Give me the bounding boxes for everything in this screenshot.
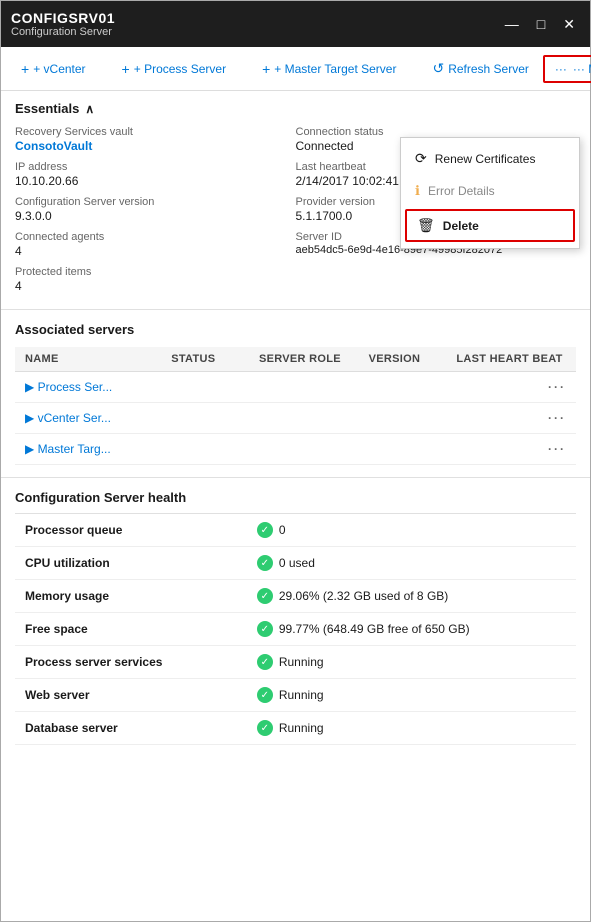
process-server-services-label: Process server services	[25, 655, 257, 669]
vcenter-server-row-name[interactable]: ▶ vCenter Ser...	[25, 411, 171, 425]
maximize-button[interactable]: □	[532, 15, 550, 33]
table-row[interactable]: ▶ Master Targ... ···	[15, 434, 576, 465]
process-server-ellipsis[interactable]: ···	[456, 380, 566, 394]
essentials-item-ip: IP address 10.10.20.66	[15, 161, 296, 188]
health-row-processor: Processor queue ✓ 0	[15, 514, 576, 547]
plus-icon-3: +	[262, 61, 270, 77]
essentials-item-agents: Connected agents 4	[15, 231, 296, 258]
processor-queue-label: Processor queue	[25, 523, 257, 537]
renew-certificates-item[interactable]: ⟳ Renew Certificates	[401, 142, 579, 175]
cpu-utilization-label: CPU utilization	[25, 556, 257, 570]
table-header: NAME STATUS SERVER ROLE VERSION LAST HEA…	[15, 347, 576, 372]
process-server-services-value: ✓ Running	[257, 654, 566, 670]
chevron-up-icon[interactable]: ∧	[85, 102, 94, 116]
info-icon: ℹ	[415, 183, 420, 199]
minimize-button[interactable]: —	[500, 15, 524, 33]
window-subtitle: Configuration Server	[11, 26, 115, 38]
process-server-row-name[interactable]: ▶ Process Ser...	[25, 380, 171, 394]
health-row-freespace: Free space ✓ 99.77% (648.49 GB free of 6…	[15, 613, 576, 646]
web-server-value: ✓ Running	[257, 687, 566, 703]
essentials-item-version: Configuration Server version 9.3.0.0	[15, 196, 296, 223]
status-ok-icon-5: ✓	[257, 687, 273, 703]
more-button[interactable]: ··· ··· More	[543, 55, 591, 83]
health-row-memory: Memory usage ✓ 29.06% (2.32 GB used of 8…	[15, 580, 576, 613]
table-row[interactable]: ▶ vCenter Ser... ···	[15, 403, 576, 434]
database-server-label: Database server	[25, 721, 257, 735]
free-space-label: Free space	[25, 622, 257, 636]
dropdown-menu: ⟳ Renew Certificates ℹ Error Details 🗑 D…	[400, 137, 580, 249]
refresh-server-button[interactable]: ↺ Refresh Server	[422, 54, 538, 83]
memory-usage-value: ✓ 29.06% (2.32 GB used of 8 GB)	[257, 588, 566, 604]
cpu-utilization-value: ✓ 0 used	[257, 555, 566, 571]
window-controls: — □ ✕	[500, 15, 580, 33]
col-heartbeat: LAST HEART BEAT	[456, 353, 566, 365]
associated-servers-title: Associated servers	[15, 322, 576, 337]
close-button[interactable]: ✕	[558, 15, 580, 33]
delete-item[interactable]: 🗑 Delete	[405, 209, 575, 242]
ellipsis-icon: ···	[555, 62, 567, 76]
database-server-value: ✓ Running	[257, 720, 566, 736]
status-ok-icon-6: ✓	[257, 720, 273, 736]
col-name: NAME	[25, 353, 171, 365]
web-server-label: Web server	[25, 688, 257, 702]
title-bar-left: CONFIGSRV01 Configuration Server	[11, 10, 115, 38]
status-ok-icon-1: ✓	[257, 555, 273, 571]
delete-icon: 🗑	[417, 217, 435, 234]
essentials-header: Essentials ∧	[15, 101, 576, 116]
plus-icon-2: +	[122, 61, 130, 77]
vcenter-server-ellipsis[interactable]: ···	[456, 411, 566, 425]
status-ok-icon-4: ✓	[257, 654, 273, 670]
health-row-database: Database server ✓ Running	[15, 712, 576, 745]
col-status: STATUS	[171, 353, 259, 365]
vcenter-button[interactable]: + + vCenter	[11, 55, 96, 83]
col-version: VERSION	[369, 353, 457, 365]
master-target-row-name[interactable]: ▶ Master Targ...	[25, 442, 171, 456]
status-ok-icon-3: ✓	[257, 621, 273, 637]
status-ok-icon-0: ✓	[257, 522, 273, 538]
master-target-button[interactable]: + + Master Target Server	[252, 55, 406, 83]
essentials-col-1: Recovery Services vault ConsotoVault IP …	[15, 126, 296, 301]
free-space-value: ✓ 99.77% (648.49 GB free of 650 GB)	[257, 621, 566, 637]
renew-icon: ⟳	[415, 150, 427, 167]
health-row-cpu: CPU utilization ✓ 0 used	[15, 547, 576, 580]
health-section: Configuration Server health Processor qu…	[1, 478, 590, 745]
health-row-process-services: Process server services ✓ Running	[15, 646, 576, 679]
essentials-item-protected: Protected items 4	[15, 266, 296, 293]
health-row-web-server: Web server ✓ Running	[15, 679, 576, 712]
title-bar: CONFIGSRV01 Configuration Server — □ ✕	[1, 1, 590, 47]
master-target-ellipsis[interactable]: ···	[456, 442, 566, 456]
toolbar: + + vCenter + + Process Server + + Maste…	[1, 47, 590, 91]
table-row[interactable]: ▶ Process Ser... ···	[15, 372, 576, 403]
error-details-item[interactable]: ℹ Error Details	[401, 175, 579, 207]
col-role: SERVER ROLE	[259, 353, 369, 365]
memory-usage-label: Memory usage	[25, 589, 257, 603]
health-title: Configuration Server health	[15, 490, 576, 505]
process-server-button[interactable]: + + Process Server	[112, 55, 237, 83]
plus-icon: +	[21, 61, 29, 77]
window-title: CONFIGSRV01	[11, 10, 115, 26]
processor-queue-value: ✓ 0	[257, 522, 566, 538]
health-table: Processor queue ✓ 0 CPU utilization ✓ 0 …	[15, 513, 576, 745]
servers-table: NAME STATUS SERVER ROLE VERSION LAST HEA…	[15, 347, 576, 465]
status-ok-icon-2: ✓	[257, 588, 273, 604]
essentials-item-vault: Recovery Services vault ConsotoVault	[15, 126, 296, 153]
refresh-icon: ↺	[432, 60, 444, 77]
associated-servers-section: Associated servers NAME STATUS SERVER RO…	[1, 310, 590, 465]
